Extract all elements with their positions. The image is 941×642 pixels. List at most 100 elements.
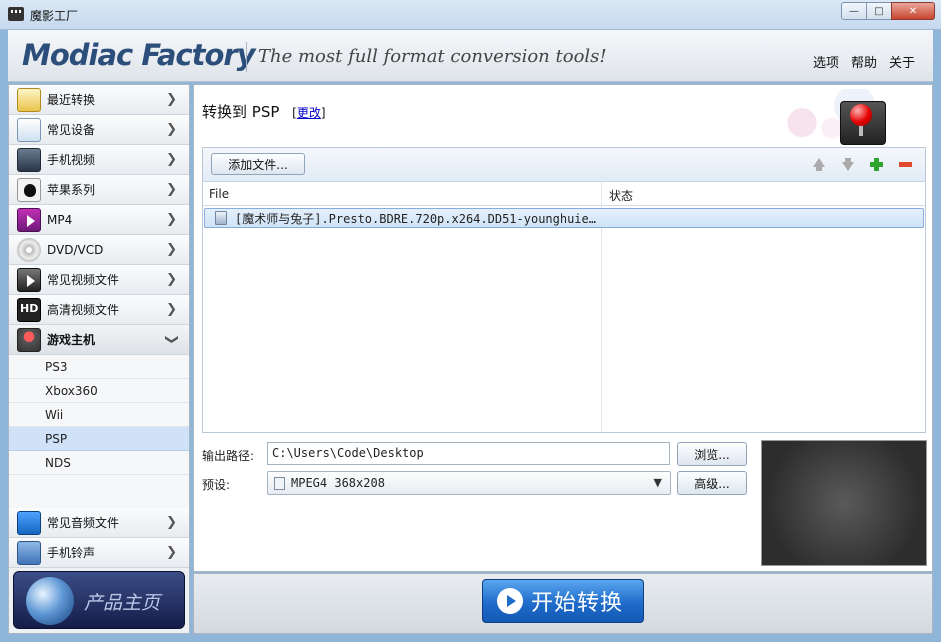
bottom-bar: 开始转换 bbox=[193, 573, 933, 634]
sidebar-subitem-ps3[interactable]: PS3 bbox=[9, 355, 189, 379]
music-icon bbox=[17, 510, 41, 535]
minimize-icon: — bbox=[849, 5, 859, 17]
sidebar-item-mobile-video[interactable]: 手机视频 ❯ bbox=[9, 145, 189, 175]
change-link-wrapper: [更改] bbox=[292, 106, 325, 120]
change-link[interactable]: 更改 bbox=[297, 106, 321, 120]
preset-label: 预设: bbox=[202, 478, 231, 492]
list-actions bbox=[811, 157, 913, 172]
sidebar-item-audio-files[interactable]: 常见音频文件 ❯ bbox=[9, 508, 189, 538]
joystick-ball bbox=[850, 104, 872, 126]
file-icon bbox=[274, 476, 285, 490]
menu-options[interactable]: 选项 bbox=[813, 52, 839, 71]
convert-target-title: 转换到 PSP [更改] bbox=[202, 101, 326, 122]
chevron-right-icon: ❯ bbox=[166, 242, 177, 257]
mp4-icon bbox=[17, 207, 41, 232]
product-homepage-label: 产品主页 bbox=[84, 592, 161, 614]
logo-divider bbox=[246, 42, 247, 72]
output-path-input[interactable]: C:\Users\Code\Desktop bbox=[267, 442, 670, 465]
sidebar-item-recent[interactable]: 最近转换 ❯ bbox=[9, 85, 189, 115]
ringtone-icon bbox=[17, 540, 41, 565]
disc-icon bbox=[17, 237, 41, 262]
chevron-right-icon: ❯ bbox=[166, 152, 177, 167]
sidebar-item-devices[interactable]: 常见设备 ❯ bbox=[9, 115, 189, 145]
sidebar-item-label: 手机铃声 bbox=[47, 546, 96, 560]
menu-help[interactable]: 帮助 bbox=[851, 52, 877, 71]
sidebar: 最近转换 ❯ 常见设备 ❯ 手机视频 ❯ 苹果系列 ❯ MP4 ❯ DVD/VC… bbox=[8, 84, 190, 634]
clapperboard-icon bbox=[8, 7, 24, 21]
minimize-button[interactable]: — bbox=[841, 2, 867, 20]
start-convert-button[interactable]: 开始转换 bbox=[482, 579, 644, 623]
window-title: 魔影工厂 bbox=[30, 9, 79, 23]
top-menu: 选项 帮助 关于 bbox=[813, 52, 915, 71]
sidebar-subitem-wii[interactable]: Wii bbox=[9, 403, 189, 427]
maximize-button[interactable]: □ bbox=[866, 2, 892, 20]
sidebar-item-ringtones[interactable]: 手机铃声 ❯ bbox=[9, 538, 189, 568]
main-panel: 转换到 PSP [更改] 添加文件... File 状态 [魔术师与兔子].Pr… bbox=[193, 84, 933, 572]
sidebar-item-dvd[interactable]: DVD/VCD ❯ bbox=[9, 235, 189, 265]
sidebar-spacer bbox=[9, 475, 189, 508]
chevron-right-icon: ❯ bbox=[166, 302, 177, 317]
sidebar-subitem-xbox360[interactable]: Xbox360 bbox=[9, 379, 189, 403]
column-header-file[interactable]: File bbox=[209, 187, 229, 201]
chevron-right-icon: ❯ bbox=[166, 182, 177, 197]
sidebar-item-mp4[interactable]: MP4 ❯ bbox=[9, 205, 189, 235]
sidebar-item-label: 最近转换 bbox=[47, 93, 96, 107]
add-icon[interactable] bbox=[869, 157, 884, 172]
slogan: The most full format conversion tools! bbox=[258, 46, 607, 67]
sidebar-item-label: 常见视频文件 bbox=[47, 273, 120, 287]
close-icon: ✕ bbox=[908, 5, 918, 17]
video-preview bbox=[761, 440, 927, 566]
title-bar: 魔影工厂 — □ ✕ bbox=[0, 0, 941, 30]
sidebar-subitem-psp[interactable]: PSP bbox=[9, 427, 189, 451]
sidebar-item-label: MP4 bbox=[47, 212, 73, 227]
mobile-video-icon bbox=[17, 147, 41, 172]
play-icon bbox=[497, 588, 523, 614]
output-path-label: 输出路径: bbox=[202, 449, 255, 463]
chevron-right-icon: ❯ bbox=[166, 92, 177, 107]
app-logo: Modiac Factory bbox=[22, 38, 256, 72]
add-file-button[interactable]: 添加文件... bbox=[211, 153, 305, 175]
window-controls: — □ ✕ bbox=[841, 2, 935, 20]
browse-button[interactable]: 浏览... bbox=[677, 442, 747, 466]
start-convert-label: 开始转换 bbox=[531, 591, 624, 616]
sidebar-item-label: 常见设备 bbox=[47, 123, 96, 137]
preset-value: MPEG4 368x208 bbox=[291, 476, 385, 490]
column-header-status[interactable]: 状态 bbox=[609, 187, 633, 204]
chevron-right-icon: ❯ bbox=[166, 212, 177, 227]
device-icon bbox=[17, 117, 41, 142]
chevron-right-icon: ❯ bbox=[166, 515, 177, 530]
chevron-right-icon: ❯ bbox=[166, 545, 177, 560]
file-name: [魔术师与兔子].Presto.BDRE.720p.x264.DD51-youn… bbox=[235, 211, 596, 226]
chevron-down-icon: ▼ bbox=[653, 476, 662, 489]
globe-icon bbox=[26, 577, 74, 625]
sidebar-subitem-nds[interactable]: NDS bbox=[9, 451, 189, 475]
game-console-subitems: PS3 Xbox360 Wii PSP NDS bbox=[9, 355, 189, 475]
close-button[interactable]: ✕ bbox=[891, 2, 935, 20]
video-file-icon bbox=[17, 267, 41, 292]
chevron-right-icon: ❯ bbox=[166, 272, 177, 287]
bracket-close: ] bbox=[320, 106, 326, 120]
preset-dropdown[interactable]: MPEG4 368x208 ▼ bbox=[267, 471, 671, 495]
move-down-icon[interactable] bbox=[840, 157, 855, 172]
advanced-button[interactable]: 高级... bbox=[677, 471, 747, 495]
menu-about[interactable]: 关于 bbox=[889, 52, 915, 71]
banner: Modiac Factory The most full format conv… bbox=[8, 30, 933, 82]
sidebar-item-label: 手机视频 bbox=[47, 153, 96, 167]
chevron-down-icon: ❯ bbox=[164, 334, 180, 345]
file-list-toolbar: 添加文件... bbox=[203, 148, 925, 182]
sidebar-item-label: 常见音频文件 bbox=[47, 516, 120, 530]
move-up-icon[interactable] bbox=[811, 157, 826, 172]
sidebar-item-label: 高清视频文件 bbox=[47, 303, 120, 317]
convert-target-label: 转换到 PSP bbox=[202, 103, 280, 121]
sidebar-item-hd-video[interactable]: 高清视频文件 ❯ bbox=[9, 295, 189, 325]
sidebar-item-apple[interactable]: 苹果系列 ❯ bbox=[9, 175, 189, 205]
table-row[interactable]: [魔术师与兔子].Presto.BDRE.720p.x264.DD51-youn… bbox=[204, 208, 924, 228]
chevron-right-icon: ❯ bbox=[166, 122, 177, 137]
joystick-icon bbox=[17, 327, 41, 352]
video-file-icon bbox=[215, 211, 227, 225]
sidebar-item-video-files[interactable]: 常见视频文件 ❯ bbox=[9, 265, 189, 295]
file-list-header: File 状态 bbox=[203, 182, 925, 206]
product-homepage-button[interactable]: 产品主页 bbox=[13, 571, 185, 629]
sidebar-item-game-console[interactable]: 游戏主机 ❯ bbox=[9, 325, 189, 355]
remove-icon[interactable] bbox=[898, 157, 913, 172]
